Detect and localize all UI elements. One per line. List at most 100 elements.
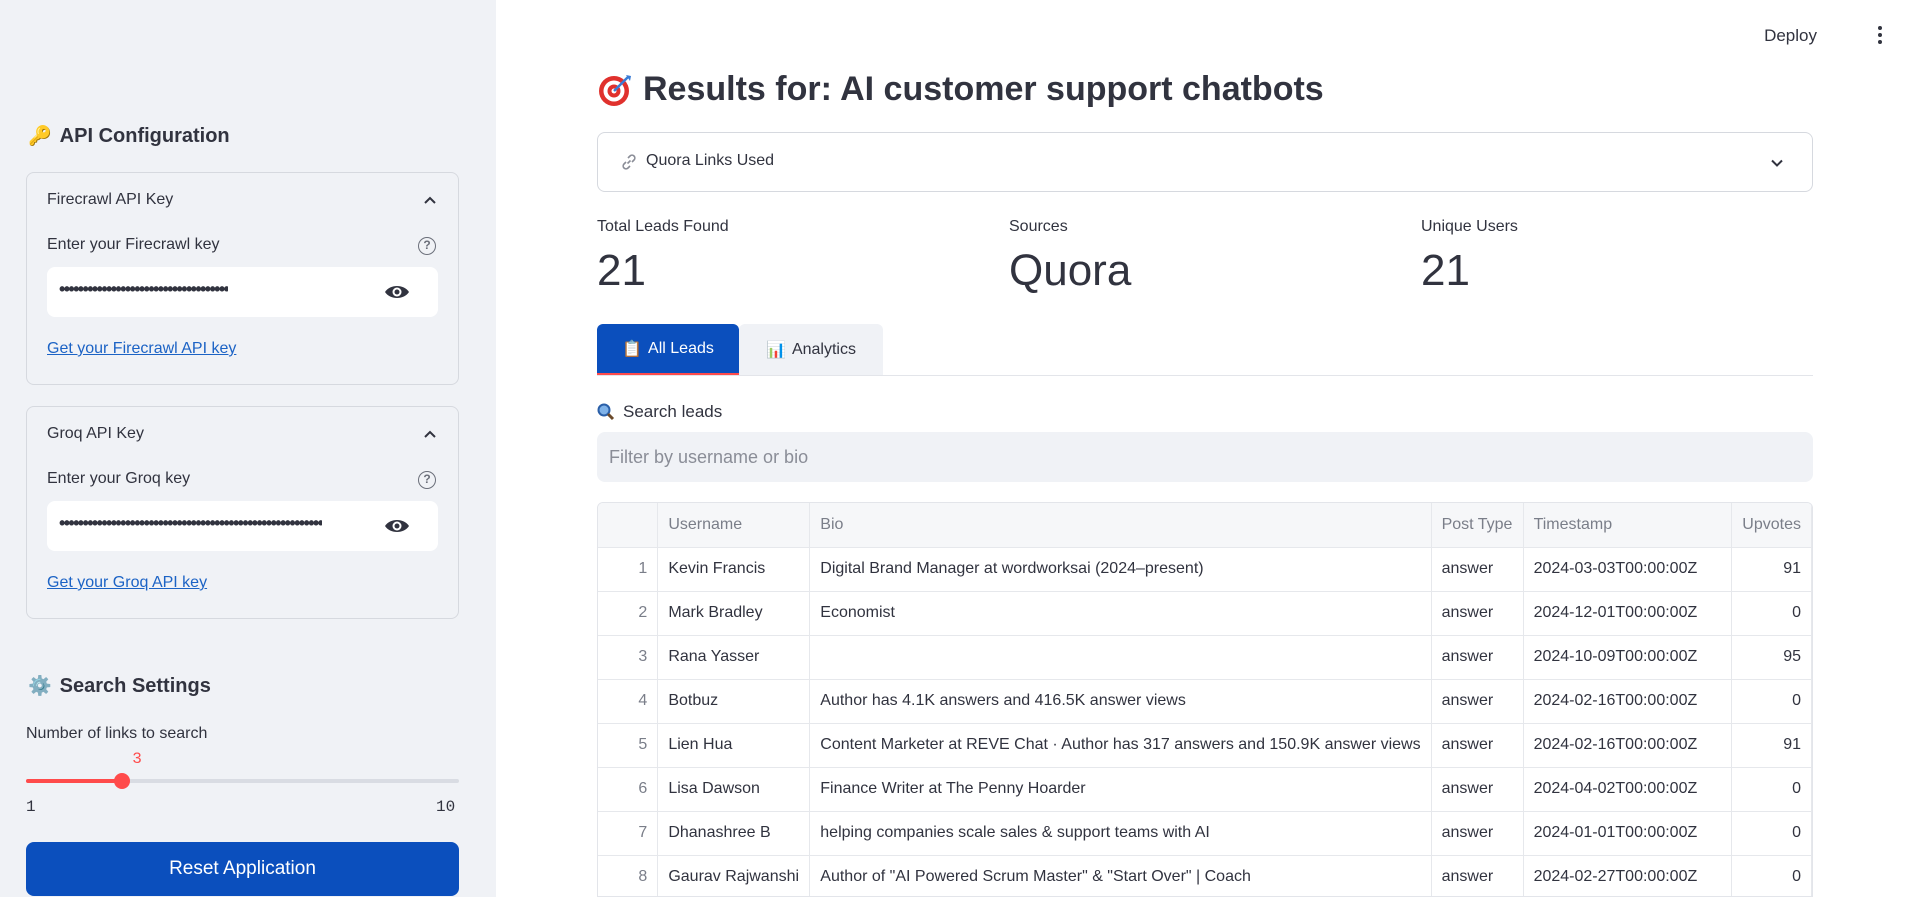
- table-row[interactable]: 7 Dhanashree B helping companies scale s…: [598, 811, 1812, 856]
- tab-all-leads-label: All Leads: [648, 339, 714, 357]
- row-index: 1: [598, 547, 659, 592]
- cell-bio[interactable]: Author has 4.1K answers and 416.5K answe…: [809, 679, 1432, 724]
- cell-timestamp[interactable]: 2024-03-03T00:00:00Z: [1523, 547, 1733, 592]
- column-header-index[interactable]: [598, 503, 659, 548]
- cell-timestamp[interactable]: 2024-02-16T00:00:00Z: [1523, 679, 1733, 724]
- cell-username[interactable]: Kevin Francis: [657, 547, 811, 592]
- eye-icon[interactable]: [384, 517, 410, 535]
- cell-upvotes[interactable]: 91: [1731, 547, 1812, 592]
- cell-timestamp[interactable]: 2024-02-16T00:00:00Z: [1523, 723, 1733, 768]
- cell-post-type[interactable]: answer: [1431, 635, 1524, 680]
- cell-upvotes[interactable]: 0: [1731, 855, 1812, 896]
- cell-username[interactable]: Dhanashree B: [657, 811, 811, 856]
- cell-bio[interactable]: Author of "AI Powered Scrum Master" & "S…: [809, 855, 1432, 896]
- tab-analytics[interactable]: 📊 Analytics: [739, 324, 883, 376]
- row-index: 2: [598, 591, 659, 636]
- links-slider-thumb[interactable]: [114, 773, 130, 789]
- cell-bio[interactable]: [809, 635, 1432, 680]
- chevron-up-icon[interactable]: [424, 195, 436, 207]
- column-header-bio[interactable]: Bio: [809, 503, 1432, 548]
- cell-timestamp[interactable]: 2024-04-02T00:00:00Z: [1523, 767, 1733, 812]
- deploy-button[interactable]: Deploy: [1764, 26, 1817, 46]
- sidebar: 🔑 API Configuration Firecrawl API Key En…: [0, 0, 496, 897]
- kebab-menu-icon[interactable]: [1877, 26, 1883, 46]
- groq-key-link[interactable]: Get your Groq API key: [47, 574, 207, 592]
- search-leads-input[interactable]: [597, 432, 1813, 482]
- cell-post-type[interactable]: answer: [1431, 811, 1524, 856]
- table-row[interactable]: 4 Botbuz Author has 4.1K answers and 416…: [598, 679, 1812, 724]
- link-icon: [622, 154, 636, 170]
- cell-upvotes[interactable]: 0: [1731, 811, 1812, 856]
- groq-expander-header[interactable]: Groq API Key: [47, 425, 144, 443]
- row-index: 5: [598, 723, 659, 768]
- cell-username[interactable]: Rana Yasser: [657, 635, 811, 680]
- cell-post-type[interactable]: answer: [1431, 591, 1524, 636]
- cell-upvotes[interactable]: 91: [1731, 723, 1812, 768]
- cell-username[interactable]: Mark Bradley: [657, 591, 811, 636]
- row-index: 4: [598, 679, 659, 724]
- cell-bio[interactable]: Digital Brand Manager at wordworksai (20…: [809, 547, 1432, 592]
- column-header-post-type[interactable]: Post Type: [1431, 503, 1524, 548]
- cell-bio[interactable]: helping companies scale sales & support …: [809, 811, 1432, 856]
- metric-label: Unique Users: [1421, 218, 1518, 235]
- links-slider-fill: [26, 779, 122, 783]
- chevron-down-icon[interactable]: [1770, 156, 1784, 170]
- eye-icon[interactable]: [384, 283, 410, 301]
- quora-links-expander-label: Quora Links Used: [646, 152, 775, 169]
- metric-total-leads: Total Leads Found 21: [597, 218, 729, 296]
- quora-links-expander[interactable]: Quora Links Used: [597, 132, 1813, 192]
- cell-timestamp[interactable]: 2024-02-27T00:00:00Z: [1523, 855, 1733, 896]
- help-icon[interactable]: ?: [418, 471, 436, 489]
- cell-bio[interactable]: Content Marketer at REVE Chat · Author h…: [809, 723, 1432, 768]
- groq-key-input[interactable]: ••••••••••••••••••••••••••••••••••••••••…: [47, 501, 438, 551]
- table-row[interactable]: 2 Mark Bradley Economist answer 2024-12-…: [598, 591, 1812, 636]
- cell-upvotes[interactable]: 95: [1731, 635, 1812, 680]
- table-row[interactable]: 5 Lien Hua Content Marketer at REVE Chat…: [598, 723, 1812, 768]
- groq-expander: Groq API Key Enter your Groq key ? •••••…: [26, 406, 459, 619]
- cell-post-type[interactable]: answer: [1431, 855, 1524, 896]
- row-index: 6: [598, 767, 659, 812]
- chevron-up-icon[interactable]: [424, 429, 436, 441]
- links-slider-max: 10: [436, 798, 456, 816]
- table-row[interactable]: 1 Kevin Francis Digital Brand Manager at…: [598, 547, 1812, 592]
- table-row[interactable]: 6 Lisa Dawson Finance Writer at The Penn…: [598, 767, 1812, 812]
- table-row[interactable]: 3 Rana Yasser answer 2024-10-09T00:00:00…: [598, 635, 1812, 680]
- table-row[interactable]: 8 Gaurav Rajwanshi Author of "AI Powered…: [598, 855, 1812, 896]
- cell-post-type[interactable]: answer: [1431, 547, 1524, 592]
- column-header-upvotes[interactable]: Upvotes: [1731, 503, 1812, 548]
- cell-upvotes[interactable]: 0: [1731, 591, 1812, 636]
- cell-post-type[interactable]: answer: [1431, 723, 1524, 768]
- cell-upvotes[interactable]: 0: [1731, 679, 1812, 724]
- firecrawl-key-link[interactable]: Get your Firecrawl API key: [47, 340, 236, 358]
- leads-table[interactable]: Username Bio Post Type Timestamp Upvotes…: [597, 502, 1813, 897]
- cell-timestamp[interactable]: 2024-01-01T00:00:00Z: [1523, 811, 1733, 856]
- cell-username[interactable]: Lien Hua: [657, 723, 811, 768]
- firecrawl-key-label: Enter your Firecrawl key: [47, 236, 220, 253]
- firecrawl-key-value[interactable]: ••••••••••••••••••••••••••••••••••••: [59, 279, 228, 300]
- tab-all-leads[interactable]: 📋 All Leads: [597, 324, 739, 376]
- search-settings-heading-text: Search Settings: [59, 674, 211, 697]
- cell-upvotes[interactable]: 0: [1731, 767, 1812, 812]
- cell-username[interactable]: Gaurav Rajwanshi: [657, 855, 811, 896]
- cell-bio[interactable]: Economist: [809, 591, 1432, 636]
- api-config-heading-text: API Configuration: [59, 124, 230, 147]
- cell-timestamp[interactable]: 2024-12-01T00:00:00Z: [1523, 591, 1733, 636]
- column-header-timestamp[interactable]: Timestamp: [1523, 503, 1733, 548]
- cell-username[interactable]: Lisa Dawson: [657, 767, 811, 812]
- reset-application-button[interactable]: Reset Application: [26, 842, 459, 896]
- cell-post-type[interactable]: answer: [1431, 767, 1524, 812]
- cell-username[interactable]: Botbuz: [657, 679, 811, 724]
- cell-post-type[interactable]: answer: [1431, 679, 1524, 724]
- row-index: 8: [598, 855, 659, 896]
- firecrawl-key-input[interactable]: ••••••••••••••••••••••••••••••••••••: [47, 267, 438, 317]
- metric-value: 21: [597, 246, 646, 295]
- links-slider[interactable]: [26, 773, 459, 789]
- firecrawl-expander-header[interactable]: Firecrawl API Key: [47, 191, 173, 209]
- cell-timestamp[interactable]: 2024-10-09T00:00:00Z: [1523, 635, 1733, 680]
- cell-bio[interactable]: Finance Writer at The Penny Hoarder: [809, 767, 1432, 812]
- groq-key-value[interactable]: ••••••••••••••••••••••••••••••••••••••••…: [59, 513, 322, 534]
- column-header-username[interactable]: Username: [657, 503, 811, 548]
- tab-analytics-label: Analytics: [791, 341, 856, 358]
- table-header-row: Username Bio Post Type Timestamp Upvotes: [598, 503, 1812, 548]
- help-icon[interactable]: ?: [418, 237, 436, 255]
